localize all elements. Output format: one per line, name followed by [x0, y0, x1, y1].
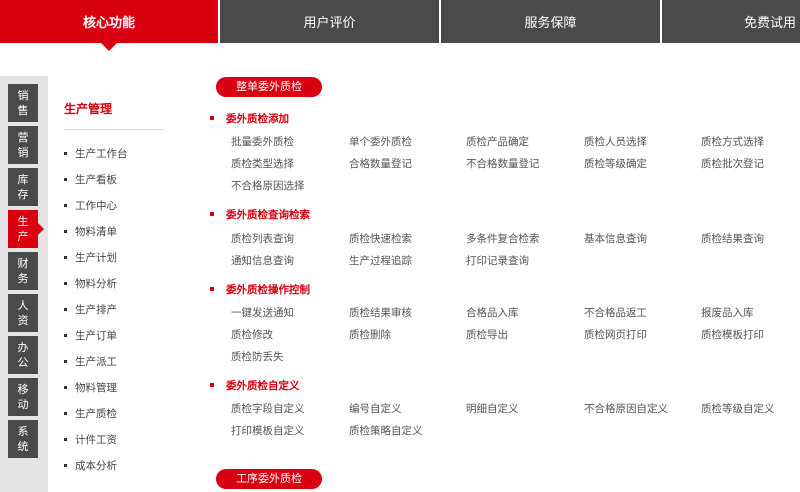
feature-link[interactable]: 质检结果查询 — [701, 231, 764, 246]
section-title: 委外质检查询检索 — [210, 207, 310, 222]
module-tab-label: 办 — [17, 341, 29, 354]
submenu-item[interactable]: 物料管理 — [64, 380, 117, 395]
bullet-icon — [210, 116, 214, 120]
bullet-icon — [210, 383, 214, 387]
module-tab-label: 销 — [17, 89, 29, 102]
feature-link[interactable]: 质检删除 — [349, 327, 391, 342]
feature-link[interactable]: 不合格原因自定义 — [584, 401, 668, 416]
submenu-item[interactable]: 工作中心 — [64, 198, 117, 213]
feature-link[interactable]: 质检产品确定 — [466, 134, 529, 149]
feature-link[interactable]: 质检列表查询 — [231, 231, 294, 246]
submenu-item[interactable]: 生产看板 — [64, 172, 117, 187]
module-tab-label: 库 — [17, 173, 29, 186]
module-tab-system[interactable]: 系统 — [8, 420, 38, 458]
feature-link[interactable]: 打印记录查询 — [466, 253, 529, 268]
feature-link[interactable]: 质检类型选择 — [231, 156, 294, 171]
module-tab-label: 售 — [17, 104, 29, 117]
feature-link[interactable]: 质检方式选择 — [701, 134, 764, 149]
module-tab-finance[interactable]: 财务 — [8, 252, 38, 290]
submenu-item[interactable]: 生产质检 — [64, 406, 117, 421]
feature-link[interactable]: 多条件复合检索 — [466, 231, 540, 246]
tab-core-features[interactable]: 核心功能 — [0, 0, 218, 51]
sidebar: 销售 营销 库存 生产 财务 人资 办公 移动 系统 生产管理 生产工作台 生产… — [0, 76, 178, 492]
module-tab-production[interactable]: 生产 — [8, 210, 44, 248]
submenu-item[interactable]: 计件工资 — [64, 432, 117, 447]
group-badge-process: 工序委外质检 — [216, 469, 322, 489]
feature-link[interactable]: 通知信息查询 — [231, 253, 294, 268]
feature-link[interactable]: 一键发送通知 — [231, 305, 294, 320]
submenu-title: 生产管理 — [64, 102, 113, 116]
module-tab-label: 营 — [17, 131, 29, 144]
submenu-item[interactable]: 物料清单 — [64, 224, 117, 239]
feature-link[interactable]: 明细自定义 — [466, 401, 519, 416]
feature-link[interactable]: 合格品入库 — [466, 305, 519, 320]
feature-link[interactable]: 质检策略自定义 — [349, 423, 423, 438]
section-title: 委外质检自定义 — [210, 378, 300, 393]
feature-link[interactable]: 编号自定义 — [349, 401, 402, 416]
submenu-panel: 生产管理 生产工作台 生产看板 工作中心 物料清单 生产计划 物料分析 生产排产… — [48, 76, 178, 492]
feature-link[interactable]: 质检等级自定义 — [701, 401, 775, 416]
submenu-item[interactable]: 生产派工 — [64, 354, 117, 369]
submenu-item[interactable]: 物料分析 — [64, 276, 117, 291]
submenu-item[interactable]: 生产计划 — [64, 250, 117, 265]
module-tab-label: 产 — [17, 230, 29, 243]
feature-link[interactable]: 质检导出 — [466, 327, 508, 342]
feature-link[interactable]: 合格数量登记 — [349, 156, 412, 171]
submenu-item[interactable]: 生产排产 — [64, 302, 117, 317]
feature-link[interactable]: 质检字段自定义 — [231, 401, 305, 416]
feature-link[interactable]: 生产过程追踪 — [349, 253, 412, 268]
section-title-text: 委外质检添加 — [226, 113, 289, 125]
module-tab-label: 公 — [17, 356, 29, 369]
module-tab-label: 移 — [17, 383, 29, 396]
module-tab-label: 动 — [17, 398, 29, 411]
main-content: 整单委外质检 委外质检添加 批量委外质检 单个委外质检 质检产品确定 质检人员选… — [210, 0, 800, 492]
feature-link[interactable]: 质检人员选择 — [584, 134, 647, 149]
feature-link[interactable]: 基本信息查询 — [584, 231, 647, 246]
module-tab-label: 财 — [17, 257, 29, 270]
module-tab-label: 生 — [17, 215, 29, 228]
module-tab-label: 销 — [17, 146, 29, 159]
module-tab-label: 系 — [17, 425, 29, 438]
feature-link[interactable]: 不合格数量登记 — [466, 156, 540, 171]
submenu-item[interactable]: 生产订单 — [64, 328, 117, 343]
submenu-item[interactable]: 成本分析 — [64, 458, 117, 473]
module-tab-label: 资 — [17, 314, 29, 327]
module-tab-label: 统 — [17, 440, 29, 453]
section-title-text: 委外质检操作控制 — [226, 284, 310, 296]
bullet-icon — [210, 212, 214, 216]
module-tab-label: 存 — [17, 188, 29, 201]
feature-link[interactable]: 单个委外质检 — [349, 134, 412, 149]
section-title-text: 委外质检查询检索 — [226, 209, 310, 221]
module-tab-office[interactable]: 办公 — [8, 336, 38, 374]
feature-link[interactable]: 批量委外质检 — [231, 134, 294, 149]
feature-link[interactable]: 打印模板自定义 — [231, 423, 305, 438]
module-tab-mobile[interactable]: 移动 — [8, 378, 38, 416]
feature-link[interactable]: 不合格品返工 — [584, 305, 647, 320]
feature-link[interactable]: 质检快速检索 — [349, 231, 412, 246]
feature-link[interactable]: 不合格原因选择 — [231, 178, 305, 193]
module-tab-inventory[interactable]: 库存 — [8, 168, 38, 206]
feature-link[interactable]: 报废品入库 — [701, 305, 754, 320]
section-title: 委外质检添加 — [210, 111, 289, 126]
module-tab-marketing[interactable]: 营销 — [8, 126, 38, 164]
feature-link[interactable]: 质检网页打印 — [584, 327, 647, 342]
module-tab-hr[interactable]: 人资 — [8, 294, 38, 332]
submenu-item[interactable]: 生产工作台 — [64, 146, 128, 161]
feature-link[interactable]: 质检结果审核 — [349, 305, 412, 320]
section-title: 委外质检操作控制 — [210, 282, 310, 297]
feature-link[interactable]: 质检等级确定 — [584, 156, 647, 171]
section-title-text: 委外质检自定义 — [226, 380, 300, 392]
module-tab-sales[interactable]: 销售 — [8, 84, 38, 122]
module-tab-label: 人 — [17, 299, 29, 312]
divider — [64, 129, 164, 130]
group-badge-full-order: 整单委外质检 — [216, 77, 322, 97]
bullet-icon — [210, 287, 214, 291]
module-tab-label: 务 — [17, 272, 29, 285]
feature-link[interactable]: 质检修改 — [231, 327, 273, 342]
feature-link[interactable]: 质检批次登记 — [701, 156, 764, 171]
feature-link[interactable]: 质检模板打印 — [701, 327, 764, 342]
feature-link[interactable]: 质检防丢失 — [231, 349, 284, 364]
